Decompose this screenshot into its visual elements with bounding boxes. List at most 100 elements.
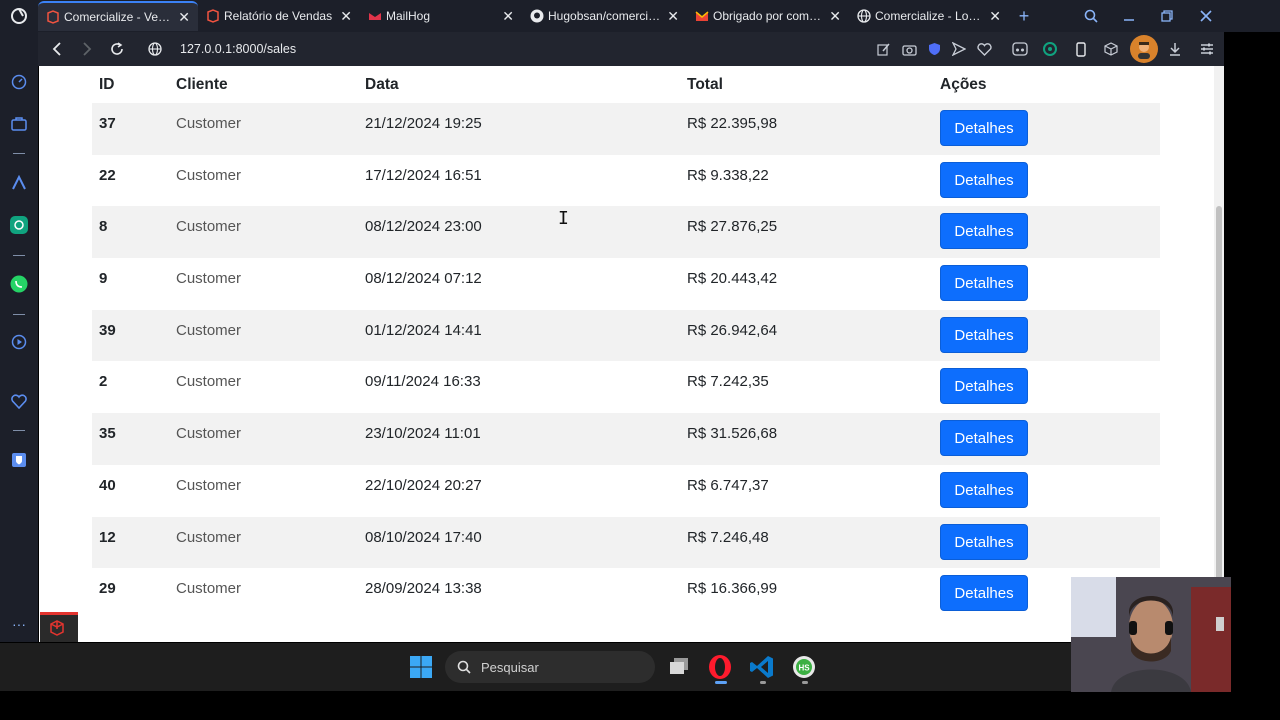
sidebar-divider — [13, 153, 25, 154]
tab-gmail[interactable]: Obrigado por compra ✕ — [687, 1, 849, 31]
detalhes-button[interactable]: Detalhes — [940, 265, 1028, 302]
tab-bar: Comercialize - Vendas ✕ Relatório de Ven… — [0, 0, 1280, 32]
cell-id: 12 — [99, 528, 116, 546]
vscode-icon[interactable] — [746, 651, 778, 683]
detalhes-button[interactable]: Detalhes — [940, 471, 1028, 508]
detalhes-button[interactable]: Detalhes — [940, 420, 1028, 457]
easy-setup-sliders-icon[interactable] — [1195, 37, 1219, 61]
detalhes-button[interactable]: Detalhes — [940, 161, 1028, 198]
cell-acoes: Detalhes — [933, 471, 1160, 508]
tab-comercialize-vendas[interactable]: Comercialize - Vendas ✕ — [38, 1, 198, 31]
cell-acoes: Detalhes — [933, 265, 1160, 302]
heart-icon[interactable] — [972, 37, 996, 61]
column-header-acoes: Ações — [940, 75, 987, 93]
site-info-globe-icon[interactable] — [140, 34, 170, 64]
back-arrow-icon[interactable] — [42, 34, 72, 64]
cell-cliente: Customer — [176, 580, 242, 598]
close-tab-icon[interactable]: ✕ — [667, 8, 679, 25]
detalhes-button[interactable]: Detalhes — [940, 110, 1028, 146]
close-window-icon[interactable] — [1187, 0, 1225, 32]
cell-total: R$ 31.526,68 — [687, 425, 778, 443]
cell-total: R$ 20.443,42 — [687, 270, 778, 288]
cell-cliente: Customer — [176, 373, 242, 391]
cell-acoes: Detalhes — [933, 316, 1160, 353]
briefcase-icon[interactable] — [9, 114, 29, 134]
opera-gx-icon[interactable] — [0, 0, 38, 32]
cell-id: 8 — [99, 218, 108, 236]
profile-avatar[interactable] — [1130, 35, 1158, 63]
phone-icon[interactable] — [1069, 37, 1093, 61]
taskbar-search[interactable]: Pesquisar — [445, 651, 655, 683]
sales-table: ID Cliente Data Total Ações 37 Customer 21… — [92, 66, 1160, 620]
sidebar-divider — [13, 430, 25, 431]
edit-icon[interactable] — [872, 37, 896, 61]
webcam-overlay — [1071, 577, 1231, 692]
chatgpt-icon[interactable] — [1038, 37, 1062, 61]
extensions-cube-icon[interactable] — [1099, 37, 1123, 61]
reload-icon[interactable] — [102, 34, 132, 64]
player-icon[interactable] — [9, 332, 29, 352]
laravel-icon — [46, 10, 60, 24]
active-app-indicator — [715, 681, 727, 684]
cell-cliente: Customer — [176, 270, 242, 288]
tab-comercialize-login[interactable]: Comercialize - Login ✕ — [849, 1, 1009, 31]
tab-github[interactable]: Hugobsan/comercialize ✕ — [522, 1, 687, 31]
tab-mailhog[interactable]: MailHog ✕ — [360, 1, 522, 31]
detalhes-button[interactable]: Detalhes — [940, 523, 1028, 560]
close-tab-icon[interactable]: ✕ — [829, 8, 841, 25]
aria-ai-icon[interactable] — [9, 173, 29, 193]
url-field[interactable]: 127.0.0.1:8000/sales — [180, 42, 296, 56]
task-view-icon[interactable] — [663, 651, 695, 683]
web-page: ID Cliente Data Total Ações 37 Customer 21… — [39, 66, 1224, 642]
tab-relatorio-vendas[interactable]: Relatório de Vendas ✕ — [198, 1, 360, 31]
cell-acoes: Detalhes — [933, 213, 1160, 250]
close-tab-icon[interactable]: ✕ — [178, 9, 190, 26]
new-tab-plus-icon[interactable]: + — [1009, 6, 1039, 27]
cell-data: 01/12/2024 14:41 — [365, 321, 482, 339]
detalhes-button[interactable]: Detalhes — [940, 316, 1028, 353]
pinboard-heart-icon[interactable] — [9, 391, 29, 411]
detalhes-button[interactable]: Detalhes — [940, 368, 1028, 405]
detalhes-button[interactable]: Detalhes — [940, 213, 1028, 250]
cell-id: 40 — [99, 476, 116, 494]
search-tabs-icon[interactable] — [1072, 0, 1110, 32]
detalhes-button[interactable]: Detalhes — [940, 575, 1028, 612]
cell-cliente: Customer — [176, 425, 242, 443]
close-tab-icon[interactable]: ✕ — [340, 8, 352, 25]
bitwarden-shield-icon[interactable] — [9, 450, 29, 470]
vpn-shield-icon[interactable] — [922, 37, 946, 61]
tab-title: Comercialize - Login — [875, 9, 984, 23]
browser-sidebar: ··· — [0, 32, 38, 642]
gamepad-icon[interactable] — [1008, 37, 1032, 61]
cell-total: R$ 16.366,99 — [687, 580, 778, 598]
hs-app-icon[interactable]: HS — [788, 651, 820, 683]
opera-icon[interactable] — [704, 651, 736, 683]
laravel-debugbar-icon[interactable] — [40, 612, 78, 642]
windows-taskbar: Pesquisar HS — [0, 643, 1072, 691]
column-header-cliente: Cliente — [176, 75, 228, 93]
speed-dial-gauge-icon[interactable] — [9, 72, 29, 92]
scrollbar-thumb[interactable] — [1216, 206, 1222, 636]
send-icon[interactable] — [947, 37, 971, 61]
minimize-icon[interactable] — [1110, 0, 1148, 32]
screen: { "browser": { "tabs": [ {"title": "Come… — [0, 0, 1280, 720]
table-row: 8 Customer 08/12/2024 23:00 R$ 27.876,25 Det… — [92, 206, 1160, 259]
cell-acoes: Detalhes — [933, 110, 1160, 146]
table-row: 37 Customer 21/12/2024 19:25 R$ 22.395,98 De… — [92, 103, 1160, 155]
cell-data: 28/09/2024 13:38 — [365, 580, 482, 598]
cell-id: 2 — [99, 373, 108, 391]
more-dots-icon[interactable]: ··· — [9, 614, 29, 634]
windows-start-icon[interactable] — [405, 651, 437, 683]
whatsapp-icon[interactable] — [9, 274, 29, 294]
close-tab-icon[interactable]: ✕ — [989, 8, 1001, 25]
camera-icon[interactable] — [897, 37, 921, 61]
globe-icon — [857, 9, 871, 23]
scrollbar[interactable] — [1214, 66, 1224, 642]
restore-icon[interactable] — [1148, 0, 1186, 32]
chatgpt-sidebar-icon[interactable] — [9, 215, 29, 235]
cell-id: 9 — [99, 270, 108, 288]
download-icon[interactable] — [1163, 37, 1187, 61]
sidebar-divider — [13, 255, 25, 256]
close-tab-icon[interactable]: ✕ — [502, 8, 514, 25]
forward-arrow-icon[interactable] — [72, 34, 102, 64]
